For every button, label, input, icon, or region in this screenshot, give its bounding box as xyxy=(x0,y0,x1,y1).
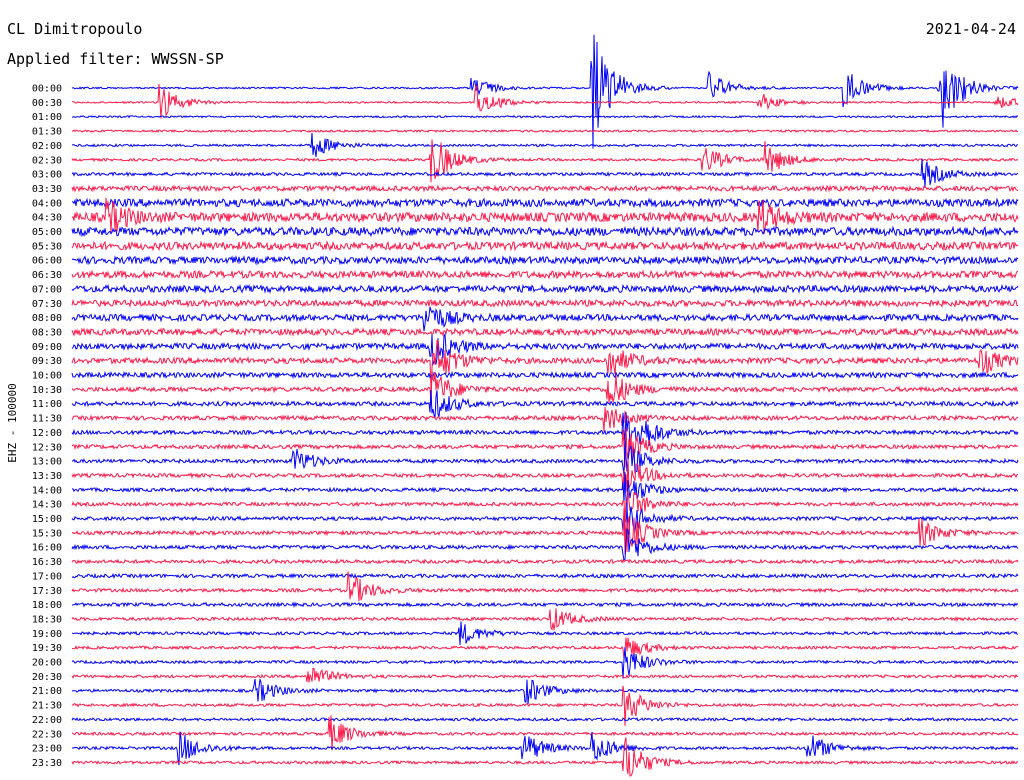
row-time-label: 15:30 xyxy=(32,528,62,539)
row-time-label: 12:00 xyxy=(32,428,62,439)
channel-label: EHZ - 100000 xyxy=(6,383,19,462)
row-time-label: 03:30 xyxy=(32,184,62,195)
trace-row xyxy=(71,621,1019,646)
row-time-label: 15:00 xyxy=(32,514,62,525)
trace-row xyxy=(71,83,1019,119)
row-time-label: 19:00 xyxy=(32,629,62,640)
row-time-label: 10:00 xyxy=(32,371,62,382)
row-time-label: 14:30 xyxy=(32,500,62,511)
row-label-layer: 00:00 00:30 01:00 01:30 02:00 02:30 03:00 03:30… xyxy=(32,84,62,769)
row-time-label: 21:30 xyxy=(32,701,62,712)
row-time-label: 16:00 xyxy=(32,543,62,554)
trace-row xyxy=(71,306,1019,332)
trace-row xyxy=(71,679,1019,705)
row-time-label: 18:30 xyxy=(32,614,62,625)
trace-row xyxy=(71,716,1019,723)
row-time-label: 10:30 xyxy=(32,385,62,396)
trace-row xyxy=(71,406,1019,432)
row-time-label: 09:00 xyxy=(32,342,62,353)
trace-row xyxy=(71,129,1018,134)
trace-row xyxy=(71,327,1019,338)
row-time-label: 13:30 xyxy=(32,471,62,482)
row-time-label: 00:30 xyxy=(32,98,62,109)
trace-row xyxy=(71,737,1018,777)
trace-row xyxy=(71,225,1019,238)
trace-row xyxy=(71,647,1019,679)
row-time-label: 02:00 xyxy=(32,141,62,152)
trace-row xyxy=(71,572,1019,580)
row-time-label: 09:30 xyxy=(32,356,62,367)
row-time-label: 06:00 xyxy=(32,256,62,267)
trace-row xyxy=(71,558,1019,565)
trace-row xyxy=(71,240,1019,252)
row-time-label: 18:00 xyxy=(32,600,62,611)
row-time-label: 14:00 xyxy=(32,485,62,496)
trace-row xyxy=(71,298,1019,309)
trace-row xyxy=(71,283,1019,295)
row-time-label: 16:30 xyxy=(32,557,62,568)
trace-layer xyxy=(71,34,1019,777)
trace-row xyxy=(71,114,1019,119)
trace-row xyxy=(71,491,1019,522)
trace-row xyxy=(71,269,1019,280)
row-time-label: 17:00 xyxy=(32,571,62,582)
row-time-label: 22:00 xyxy=(32,715,62,726)
trace-row xyxy=(71,459,1019,492)
row-time-label: 01:30 xyxy=(32,127,62,138)
trace-row xyxy=(71,132,1019,157)
row-time-label: 00:00 xyxy=(32,84,62,95)
row-time-label: 02:30 xyxy=(32,155,62,166)
row-time-label: 22:30 xyxy=(32,729,62,740)
row-time-label: 06:30 xyxy=(32,270,62,281)
row-time-label: 11:00 xyxy=(32,399,62,410)
trace-row xyxy=(71,370,1019,380)
row-time-label: 03:00 xyxy=(32,170,62,181)
row-time-label: 23:00 xyxy=(32,744,62,755)
trace-row xyxy=(71,667,1018,683)
row-time-label: 17:30 xyxy=(32,586,62,597)
row-time-label: 23:30 xyxy=(32,758,62,769)
trace-row xyxy=(71,254,1019,266)
trace-row xyxy=(71,637,1019,659)
row-time-label: 05:00 xyxy=(32,227,62,238)
trace-row xyxy=(71,715,1019,751)
row-time-label: 20:30 xyxy=(32,672,62,683)
trace-row xyxy=(71,731,1019,766)
trace-row xyxy=(71,608,1019,631)
trace-row xyxy=(71,184,1019,193)
row-time-label: 04:00 xyxy=(32,198,62,209)
row-time-label: 11:30 xyxy=(32,414,62,425)
helicorder-plot: 00:00 00:30 01:00 01:30 02:00 02:30 03:00 03:30… xyxy=(6,34,1019,777)
row-time-label: 07:30 xyxy=(32,299,62,310)
row-time-label: 19:30 xyxy=(32,643,62,654)
row-time-label: 20:00 xyxy=(32,658,62,669)
trace-row xyxy=(71,601,1019,609)
row-time-label: 08:00 xyxy=(32,313,62,324)
row-time-label: 13:00 xyxy=(32,457,62,468)
trace-row xyxy=(71,158,1019,188)
trace-row xyxy=(71,197,1019,209)
row-time-label: 07:00 xyxy=(32,284,62,295)
row-time-label: 21:00 xyxy=(32,686,62,697)
trace-row xyxy=(71,389,1019,419)
row-time-label: 01:00 xyxy=(32,112,62,123)
row-time-label: 12:30 xyxy=(32,442,62,453)
row-time-label: 08:30 xyxy=(32,327,62,338)
row-time-label: 05:30 xyxy=(32,241,62,252)
row-time-label: 04:30 xyxy=(32,213,62,224)
